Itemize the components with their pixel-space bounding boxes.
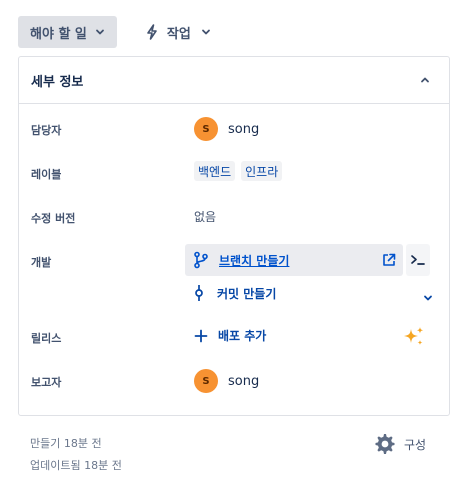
- avatar: S: [194, 369, 218, 393]
- label-chip[interactable]: 백엔드: [194, 161, 236, 181]
- chevron-up-icon[interactable]: [415, 70, 435, 90]
- details-panel: 세부 정보 담당자 S song 레이블 백엔드 인프라 수정 버전 없음 개발…: [18, 56, 450, 416]
- details-panel-header[interactable]: 세부 정보: [19, 57, 449, 104]
- assignee-label: 담당자: [31, 124, 62, 137]
- release-label: 릴리스: [31, 332, 62, 345]
- sparkle-icon[interactable]: [402, 325, 426, 349]
- labels-value: 백엔드 인프라: [194, 161, 288, 181]
- configure-button[interactable]: 구성: [374, 432, 426, 456]
- label-chip[interactable]: 인프라: [241, 161, 283, 181]
- created-timestamp: 만들기 18분 전: [30, 437, 102, 450]
- reporter-label: 보고자: [31, 376, 62, 389]
- commit-icon: [193, 284, 205, 302]
- plus-icon: [194, 329, 208, 343]
- terminal-icon: [410, 253, 426, 267]
- avatar: S: [194, 117, 218, 141]
- create-branch-row[interactable]: 브랜치 만들기: [185, 244, 403, 276]
- fix-version-label: 수정 버전: [31, 212, 76, 225]
- create-commit-row[interactable]: 커밋 만들기: [193, 283, 433, 303]
- chevron-down-icon: [95, 27, 105, 37]
- add-release-label: 배포 추가: [218, 329, 267, 343]
- branch-icon: [193, 251, 209, 269]
- assignee-value[interactable]: S song: [194, 117, 259, 141]
- external-link-icon[interactable]: [381, 252, 397, 268]
- action-label: 작업: [166, 26, 191, 42]
- toolbar: 해야 할 일 작업: [18, 16, 221, 48]
- chevron-down-icon: [201, 27, 211, 37]
- gear-icon: [374, 433, 396, 455]
- development-label: 개발: [31, 256, 52, 269]
- labels-label: 레이블: [31, 168, 62, 181]
- create-branch-link[interactable]: 브랜치 만들기: [219, 252, 289, 269]
- chevron-down-icon[interactable]: [423, 288, 433, 307]
- fix-version-value[interactable]: 없음: [194, 208, 216, 225]
- terminal-button[interactable]: [406, 244, 430, 276]
- status-label: 해야 할 일: [30, 26, 87, 42]
- lightning-icon: [143, 23, 161, 41]
- create-commit-label: 커밋 만들기: [217, 286, 277, 301]
- reporter-value[interactable]: S song: [194, 369, 259, 393]
- status-dropdown-button[interactable]: 해야 할 일: [18, 16, 117, 48]
- configure-label: 구성: [404, 437, 427, 452]
- panel-title: 세부 정보: [31, 74, 84, 90]
- assignee-name: song: [228, 121, 260, 137]
- add-release-button[interactable]: 배포 추가: [194, 327, 266, 344]
- reporter-name: song: [228, 373, 260, 389]
- updated-timestamp: 업데이트됨 18분 전: [30, 459, 122, 472]
- fix-version-none: 없음: [194, 210, 217, 224]
- action-dropdown-button[interactable]: 작업: [133, 16, 221, 48]
